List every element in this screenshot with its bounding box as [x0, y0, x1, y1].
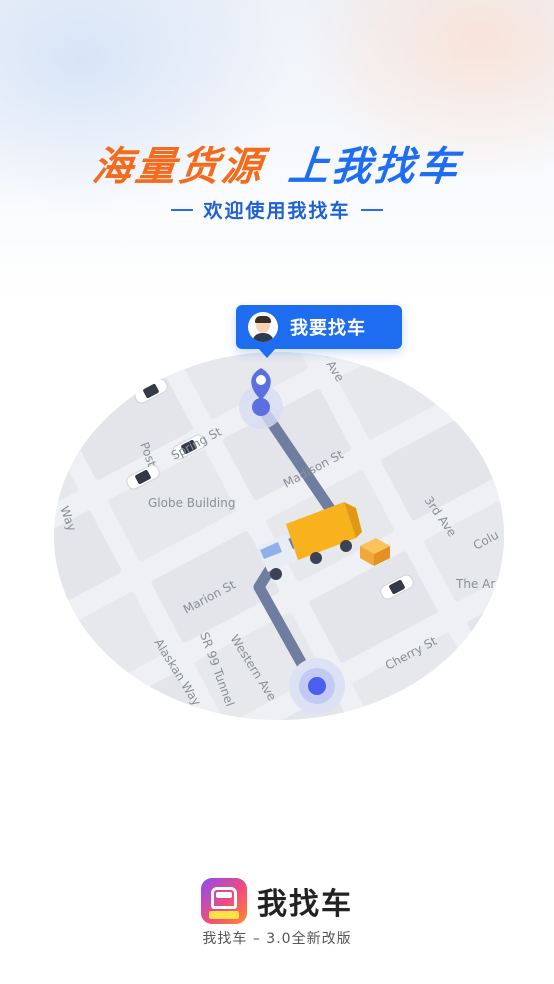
map-illustration: Spring St Madison St Globe Building 3rd …	[54, 352, 504, 720]
subtitle-row: 欢迎使用我找车	[0, 196, 554, 223]
brand-row: 我找车	[0, 878, 554, 924]
map-svg: Spring St Madison St Globe Building 3rd …	[54, 352, 504, 720]
subtitle-dash-left	[171, 208, 194, 211]
hero-headline: 海量货源 上我找车	[0, 134, 554, 192]
start-pin-dot	[252, 398, 270, 416]
find-vehicle-bubble[interactable]: 我要找车	[236, 305, 402, 358]
headline-right: 上我找车	[286, 144, 463, 190]
app-logo-icon	[201, 878, 247, 924]
avatar	[248, 312, 278, 342]
street-label: The Ar	[455, 577, 495, 591]
street-label: Globe Building	[148, 496, 235, 510]
version-text: 我找车 – 3.0全新改版	[202, 931, 352, 947]
app-name: 我找车	[257, 887, 353, 922]
headline-left: 海量货源	[90, 144, 267, 190]
subtitle-dash-right	[360, 208, 383, 211]
find-vehicle-label: 我要找车	[290, 318, 366, 339]
end-pin-dot	[308, 677, 326, 695]
subtitle: 欢迎使用我找车	[203, 200, 351, 222]
